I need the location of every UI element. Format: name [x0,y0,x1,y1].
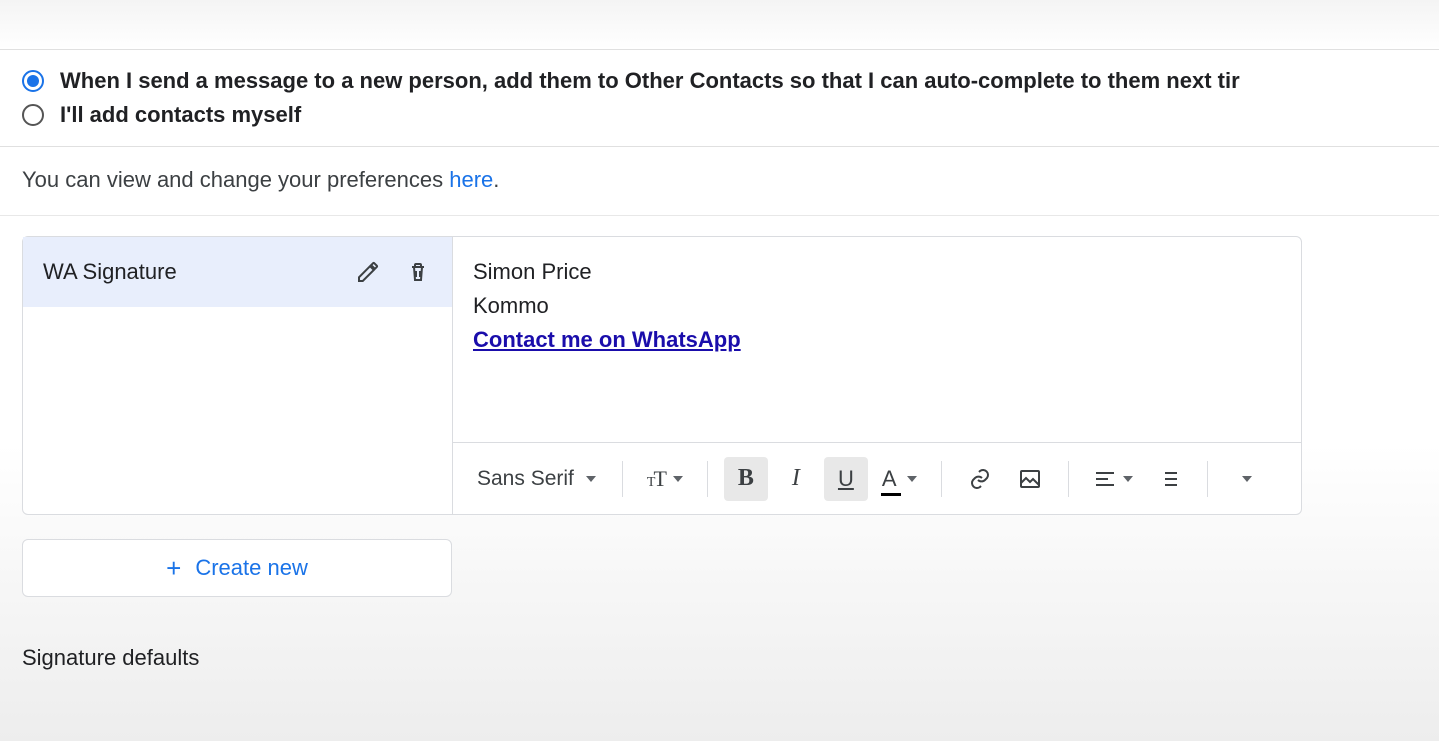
signature-panel: WA Signature Simon Price Kommo Contact m… [22,236,1302,515]
font-family-label: Sans Serif [477,467,574,491]
align-icon [1093,467,1117,491]
signature-line: Kommo [473,289,1281,323]
image-icon [1018,467,1042,491]
font-family-dropdown[interactable]: Sans Serif [467,457,606,501]
caret-down-icon [673,476,683,482]
caret-down-icon [907,476,917,482]
plus-icon: + [166,553,181,584]
edit-icon[interactable] [354,258,382,286]
toolbar-separator [1068,461,1069,497]
underline-button[interactable]: U [824,457,868,501]
radio-manual-contacts[interactable]: I'll add contacts myself [22,98,1417,132]
signature-list: WA Signature [23,237,453,514]
toolbar-separator [622,461,623,497]
font-size-icon: TT [647,466,665,492]
top-spacer [0,0,1439,50]
bold-icon: B [738,465,754,492]
signature-defaults-heading: Signature defaults [0,607,1439,671]
signature-line: Simon Price [473,255,1281,289]
signature-editor: Simon Price Kommo Contact me on WhatsApp… [453,237,1301,514]
radio-indicator-icon [22,70,44,92]
signature-list-item[interactable]: WA Signature [23,237,452,307]
bold-button[interactable]: B [724,457,768,501]
prefs-text-before: You can view and change your preferences [22,167,449,192]
signature-section: WA Signature Simon Price Kommo Contact m… [0,216,1439,607]
caret-down-icon [1242,476,1252,482]
contacts-section: When I send a message to a new person, a… [0,50,1439,147]
italic-icon: I [792,465,800,492]
preferences-hint: You can view and change your preferences… [0,147,1439,216]
signature-name: WA Signature [43,259,177,285]
toolbar-separator [1207,461,1208,497]
radio-auto-label: When I send a message to a new person, a… [60,68,1240,94]
text-color-icon: A [882,466,897,492]
underline-icon: U [838,466,854,492]
signature-whatsapp-link[interactable]: Contact me on WhatsApp [473,327,741,352]
create-new-signature-button[interactable]: + Create new [22,539,452,597]
preferences-link[interactable]: here [449,167,493,192]
create-new-label: Create new [195,555,308,581]
prefs-text-after: . [493,167,499,192]
text-color-dropdown[interactable]: A [874,457,925,501]
signature-toolbar: Sans Serif TT B I U [453,442,1301,514]
insert-link-button[interactable] [958,457,1002,501]
link-icon [968,467,992,491]
caret-down-icon [586,476,596,482]
caret-down-icon [1123,476,1133,482]
italic-button[interactable]: I [774,457,818,501]
radio-manual-label: I'll add contacts myself [60,102,301,128]
list-button[interactable] [1147,457,1191,501]
delete-icon[interactable] [404,258,432,286]
signature-content-area[interactable]: Simon Price Kommo Contact me on WhatsApp [453,237,1301,442]
list-icon [1157,467,1181,491]
font-size-dropdown[interactable]: TT [639,457,691,501]
toolbar-separator [707,461,708,497]
toolbar-separator [941,461,942,497]
insert-image-button[interactable] [1008,457,1052,501]
align-dropdown[interactable] [1085,457,1141,501]
more-formatting-dropdown[interactable] [1224,457,1268,501]
radio-indicator-icon [22,104,44,126]
signature-item-actions [354,258,432,286]
radio-auto-add-contacts[interactable]: When I send a message to a new person, a… [22,64,1417,98]
